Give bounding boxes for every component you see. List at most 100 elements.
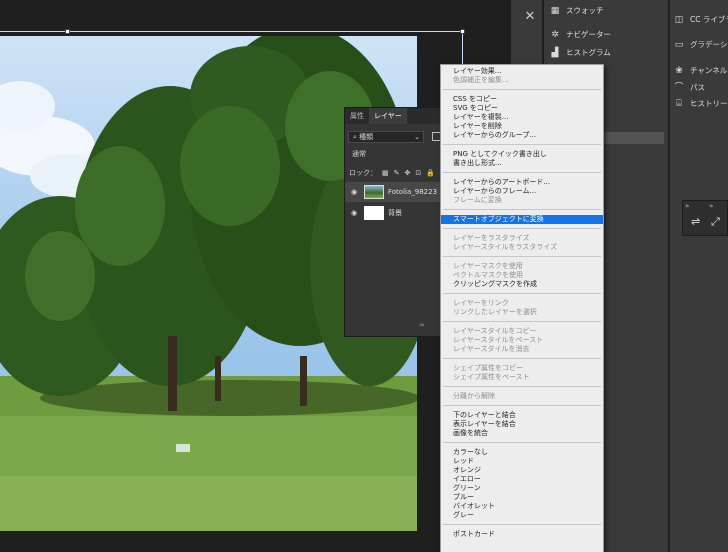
navigator-icon: ✲ [551,29,559,40]
dock-item-label: ナビゲーター [566,30,611,39]
lock-label: ロック： [349,169,377,177]
menu-item[interactable]: レイヤースタイルをペースト [441,336,603,345]
menu-item[interactable]: 下のレイヤーと結合 [441,411,603,420]
menu-separator [443,293,601,294]
menu-item[interactable]: CSS をコピー [441,95,603,104]
transform-handle-top-right[interactable] [460,29,465,34]
menu-item[interactable]: PNG としてクイック書き出し [441,150,603,159]
layers-panel-tabs: 属性 レイヤー [345,108,445,124]
dock-item-history[interactable]: ⌸ ヒストリー [674,98,727,109]
cc-libraries-icon: ◫ [674,14,684,25]
menu-item[interactable]: レイヤースタイルを消去 [441,345,603,354]
menu-item[interactable]: ブルー [441,493,603,502]
menu-item[interactable]: オレンジ [441,466,603,475]
menu-item[interactable]: 画像を統合 [441,429,603,438]
dock-item-gradient[interactable]: ▭ グラデーション [674,39,728,50]
dock-item-label: CC ライブラリ [690,15,728,24]
layer-row-fotolia[interactable]: ◉ Fotolia_98223 [345,182,445,202]
brush-adjust-icon[interactable]: ⤢ [711,215,720,229]
dock-item-navigator[interactable]: ✲ ナビゲーター [550,29,611,40]
layers-panel: 属性 レイヤー ⌕ 種類 ⌄ 通常 ロック： ▦ ✎ ✥ ⊡ 🔒 ◉ Fotol… [344,107,446,337]
menu-separator [443,386,601,387]
link-layers-icon[interactable]: ∞ [419,321,425,329]
menu-item[interactable]: 分離から解除 [441,392,603,401]
menu-item[interactable]: SVG をコピー [441,104,603,113]
filter-value: 種類 [359,133,374,141]
history-icon: ⌸ [676,98,682,109]
collapsed-panel-group: » » ⇌ ⤢ [682,200,728,236]
blend-mode-value: 通常 [352,150,366,158]
menu-item[interactable]: ポストカード [441,530,603,539]
menu-item[interactable]: スマートオブジェクトに変換 [441,215,603,224]
menu-item[interactable]: レイヤー効果... [441,67,603,76]
layer-filter-select[interactable]: ⌕ 種類 ⌄ [348,131,424,143]
menu-item[interactable]: レッド [441,457,603,466]
menu-item[interactable]: レイヤーマスクを使用 [441,262,603,271]
menu-item[interactable]: バイオレット [441,502,603,511]
menu-item[interactable]: グリーン [441,484,603,493]
menu-item[interactable]: レイヤーからのアートボード... [441,178,603,187]
lock-move-icon[interactable]: ✥ [405,169,411,177]
dock-item-paths[interactable]: ⌒ パス [674,82,705,93]
dock-item-swatches[interactable]: ▦ スウォッチ [550,5,604,16]
menu-item[interactable]: シェイプ属性をコピー [441,364,603,373]
tools-icon[interactable]: ✕ [518,4,542,28]
menu-item[interactable]: クリッピングマスクを作成 [441,280,603,289]
menu-item[interactable]: レイヤーからのフレーム... [441,187,603,196]
menu-item[interactable]: イエロー [441,475,603,484]
menu-separator [443,405,601,406]
dock-item-label: グラデーション [690,40,728,49]
adjust-icon[interactable]: ⇌ [691,215,700,228]
menu-item[interactable]: レイヤースタイルをコピー [441,327,603,336]
menu-item[interactable]: グレー [441,511,603,520]
channels-icon: ❀ [675,65,683,76]
menu-item[interactable]: リンクしたレイヤーを選択 [441,308,603,317]
dock-item-label: スウォッチ [566,6,604,15]
menu-item[interactable]: 色調補正を編集... [441,76,603,85]
lock-transparent-icon[interactable]: ▦ [382,169,389,177]
menu-separator [443,256,601,257]
menu-item[interactable]: レイヤースタイルをラスタライズ [441,243,603,252]
layer-thumbnail [364,206,384,220]
menu-item[interactable]: 書き出し形式... [441,159,603,168]
tab-properties[interactable]: 属性 [345,108,369,124]
histogram-icon: ▟ [551,47,559,58]
chevron-down-icon: ⌄ [414,133,420,141]
tab-layers[interactable]: レイヤー [369,108,407,124]
menu-separator [443,172,601,173]
swatches-icon: ▦ [550,5,560,16]
menu-separator [443,358,601,359]
transform-handle-top[interactable] [65,29,70,34]
layer-name: Fotolia_98223 [388,188,438,196]
layer-context-menu: レイヤー効果... 色調補正を編集... CSS をコピー SVG をコピー レイヤーを… [440,64,604,552]
menu-separator [443,144,601,145]
dock-item-channels[interactable]: ❀ チャンネル [674,65,727,76]
lock-artboard-icon[interactable]: ⊡ [415,169,421,177]
menu-item[interactable]: カラーなし [441,448,603,457]
eye-icon[interactable]: ◉ [349,209,359,217]
menu-item[interactable]: レイヤーを削除 [441,122,603,131]
expand-icon[interactable]: » [685,202,689,210]
menu-separator [443,321,601,322]
layer-row-background[interactable]: ◉ 背景 [345,203,445,223]
lock-row: ロック： ▦ ✎ ✥ ⊡ 🔒 [349,168,435,178]
layer-name: 背景 [388,209,402,217]
menu-item[interactable]: フレームに変換 [441,196,603,205]
dock-item-histogram[interactable]: ▟ ヒストグラム [550,47,611,58]
dock-item-cc-libraries[interactable]: ◫ CC ライブラリ [674,14,728,25]
menu-item[interactable]: シェイプ属性をペースト [441,373,603,382]
lock-paint-icon[interactable]: ✎ [394,169,400,177]
eye-icon[interactable]: ◉ [349,188,359,196]
blend-mode-select[interactable]: 通常 [348,149,442,161]
dock-item-label: チャンネル [690,66,728,75]
menu-item[interactable]: レイヤーを複製... [441,113,603,122]
expand-icon[interactable]: » [709,202,713,210]
menu-item[interactable]: レイヤーをリンク [441,299,603,308]
menu-item[interactable]: レイヤーをラスタライズ [441,234,603,243]
dock-item-label: パス [690,83,705,92]
lock-all-icon[interactable]: 🔒 [426,169,435,177]
menu-item[interactable]: ベクトルマスクを使用 [441,271,603,280]
menu-item[interactable]: 表示レイヤーを結合 [441,420,603,429]
menu-separator [443,228,601,229]
menu-item[interactable]: レイヤーからのグループ... [441,131,603,140]
